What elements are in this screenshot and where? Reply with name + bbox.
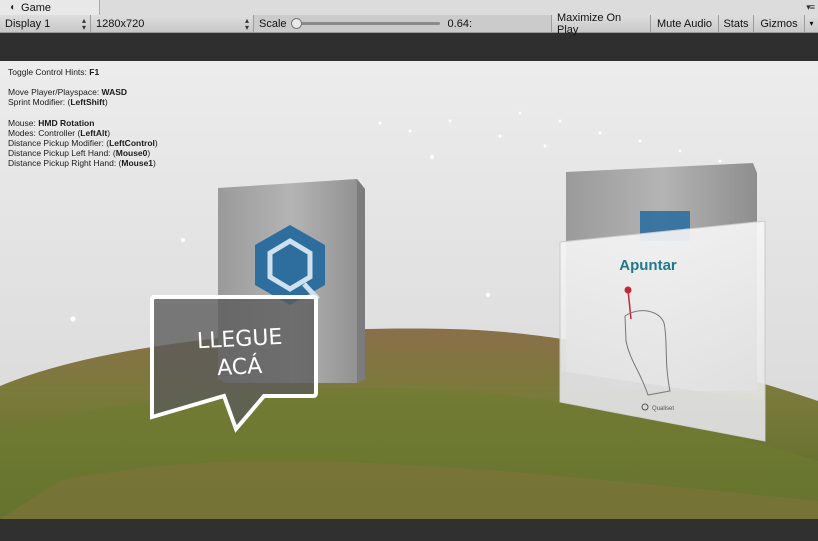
mute-label: Mute Audio	[656, 17, 713, 30]
gizmos-dropdown-icon[interactable]: ▾	[804, 15, 818, 32]
tab-game[interactable]: ◖ Game	[0, 0, 100, 15]
hint-move: Move Player/Playspace: WASD	[8, 87, 128, 98]
game-toolbar: Display 1 ▴ ▾ 1280x720 ▴ ▾ Scale 0.64: Max…	[0, 12, 818, 36]
scale-slider-thumb[interactable]	[290, 18, 302, 29]
bubble-line-1: LLEGUE	[196, 325, 283, 354]
hint-mouse: Mouse: HMD Rotation	[8, 117, 95, 128]
resolution-value: 1280x720	[96, 17, 145, 30]
stats-label: Stats	[723, 17, 749, 30]
bubble-line-2: ACÁ	[216, 353, 262, 381]
display-value: Display 1	[5, 17, 51, 30]
maximize-label: Maximize On Play	[557, 11, 622, 36]
mute-audio-button[interactable]: Mute Audio	[651, 15, 719, 32]
viewport-letterbox-bottom	[0, 519, 818, 541]
control-hints: Toggle Control Hints: F1 Move Player/Pla…	[8, 67, 158, 169]
game-viewport[interactable]: Apuntar Qualiset LLEGUE ACÁ Toggle Contr…	[0, 61, 818, 519]
scale-slider[interactable]	[290, 18, 440, 29]
scale-label: Scale	[259, 17, 287, 30]
scale-control: Scale 0.64:	[254, 15, 552, 32]
hint-toggle: Toggle Control Hints: F1	[8, 67, 100, 77]
tab-menu-icon[interactable]: ▾≡	[806, 2, 815, 13]
stats-button[interactable]: Stats	[719, 15, 754, 32]
scale-value: 0.64:	[447, 17, 472, 30]
hint-modes: Modes: Controller (LeftAlt)	[8, 127, 111, 138]
panel-footer: Qualiset	[652, 406, 674, 412]
hint-distance-left: Distance Pickup Left Hand: (Mouse0)	[8, 148, 151, 159]
display-dropdown[interactable]: Display 1 ▴ ▾	[0, 15, 91, 32]
gizmos-button[interactable]: Gizmos	[754, 15, 804, 32]
hint-distance-modifier: Distance Pickup Modifier: (LeftControl)	[8, 138, 158, 149]
game-window: ◖ Game ▾≡ Display 1 ▴ ▾ 1280x720 ▴ ▾ Scale…	[0, 0, 818, 541]
tab-label: Game	[21, 1, 52, 14]
hint-distance-right: Distance Pickup Right Hand: (Mouse1)	[8, 158, 156, 169]
instruction-panel: Apuntar Qualiset	[559, 220, 766, 442]
hint-sprint: Sprint Modifier: (LeftShift)	[8, 97, 108, 108]
tab-bar: ◖ Game ▾≡	[0, 0, 818, 15]
updown-arrows-icon: ▴ ▾	[81, 16, 86, 32]
panel-title: Apuntar	[619, 257, 677, 274]
maximize-on-play-button[interactable]: Maximize On Play	[552, 12, 651, 36]
gizmos-label: Gizmos	[760, 17, 798, 30]
resolution-dropdown[interactable]: 1280x720 ▴ ▾	[91, 15, 254, 32]
unity-icon: ◖	[9, 2, 16, 13]
updown-arrows-icon: ▴ ▾	[244, 16, 249, 32]
